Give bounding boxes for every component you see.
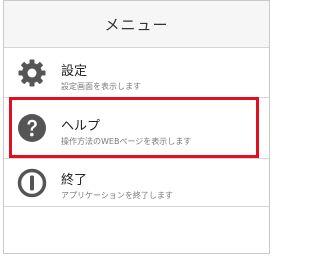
menu-item-exit[interactable]: 終了 アプリケーションを終了します: [4, 159, 269, 207]
menu-item-description: 操作方法のWEBページを表示します: [61, 137, 192, 146]
menu-item-label: ヘルプ: [61, 119, 101, 134]
menu-item-settings[interactable]: 設定 設定画面を表示します: [4, 48, 269, 98]
help-icon: [17, 113, 47, 143]
menu-item-description: アプリケーションを終了します: [61, 191, 173, 200]
gear-icon: [17, 58, 47, 88]
menu-item-label: 設定: [61, 64, 88, 79]
menu-item-description: 設定画面を表示します: [61, 82, 141, 91]
menu-item-label: 終了: [61, 173, 88, 188]
menu-panel: メニュー 設定 設定画面を表示します ヘルプ 操作方法のWEBページを表示します…: [3, 0, 270, 254]
power-icon: [17, 168, 47, 198]
menu-title: メニュー: [104, 15, 169, 34]
menu-list: 設定 設定画面を表示します ヘルプ 操作方法のWEBページを表示します 終了 ア…: [4, 48, 269, 207]
menu-item-help[interactable]: ヘルプ 操作方法のWEBページを表示します: [4, 98, 269, 159]
menu-header: メニュー: [4, 1, 269, 48]
